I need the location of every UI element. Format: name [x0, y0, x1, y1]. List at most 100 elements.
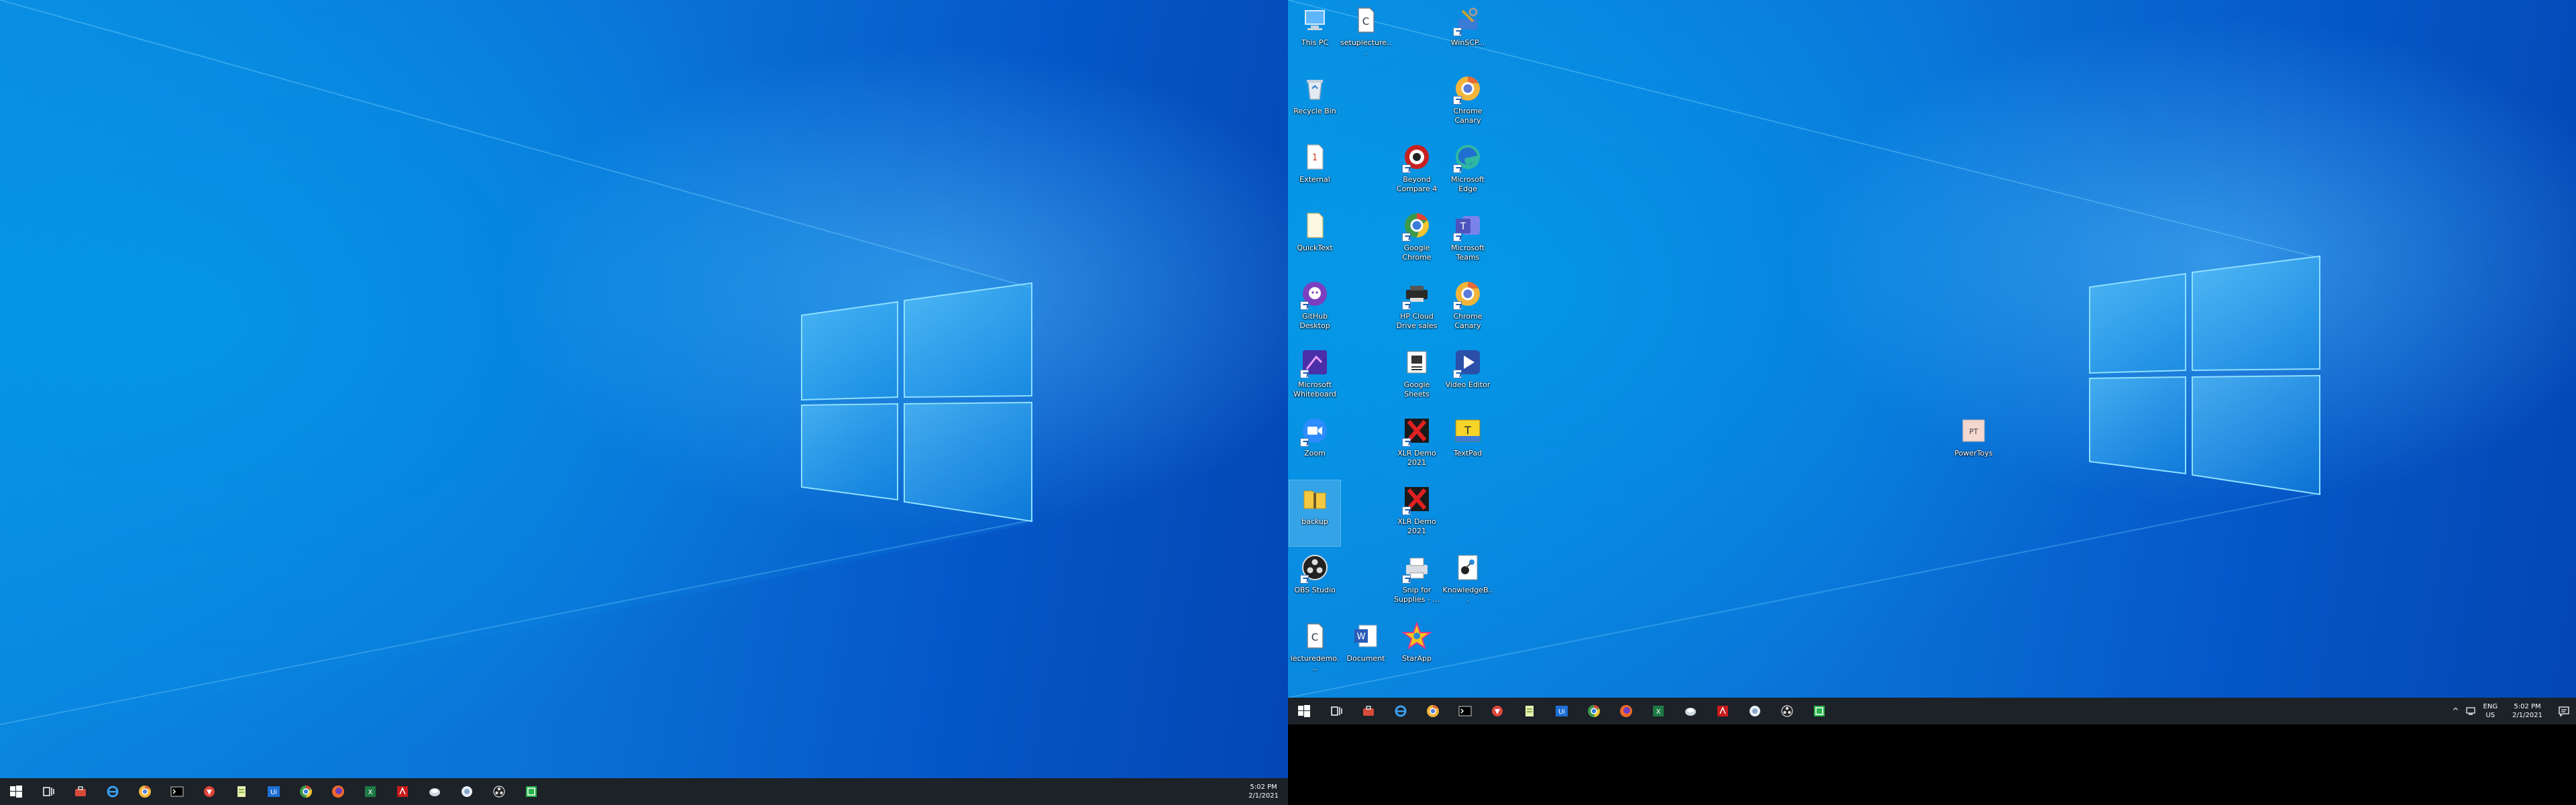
word-icon: W — [1354, 625, 1377, 647]
taskbar-clock[interactable]: 5:02 PM 2/1/2021 — [1239, 783, 1288, 800]
notepad-app[interactable] — [225, 778, 258, 805]
show-hidden-icons-button[interactable]: ^ — [2449, 698, 2463, 724]
green-app[interactable] — [515, 778, 547, 805]
desktop-icon-microsoft-edge[interactable]: Microsoft Edge — [1442, 138, 1493, 204]
notepad-icon — [237, 786, 246, 797]
desktop-icon-word-doc[interactable]: W Document — [1340, 617, 1391, 683]
terminal-app[interactable] — [1449, 698, 1481, 724]
action-center-button[interactable] — [2552, 698, 2576, 724]
firefox-app[interactable] — [322, 778, 354, 805]
acrobat-app[interactable] — [386, 778, 419, 805]
desktop-icon-this-pc[interactable]: This PC — [1289, 1, 1340, 67]
chrome-app[interactable] — [1578, 698, 1610, 724]
clock-time: 5:02 PM — [2514, 703, 2541, 710]
firefox-app[interactable] — [1610, 698, 1642, 724]
desktop-icon-starapp[interactable]: StarApp — [1391, 617, 1442, 683]
task-view-icon — [43, 787, 54, 796]
desktop-icon-setuplecture[interactable]: C setuplecture... — [1340, 1, 1391, 67]
shortcut-arrow-icon — [1453, 28, 1462, 36]
uipath-app[interactable]: Ui — [258, 778, 290, 805]
svg-text:C: C — [1362, 15, 1369, 28]
internet-explorer-app[interactable] — [97, 778, 129, 805]
desktop-icon-recycle-bin[interactable]: Recycle Bin — [1289, 70, 1340, 136]
terminal-app[interactable] — [161, 778, 193, 805]
misc-app[interactable] — [451, 778, 483, 805]
toolbox-app[interactable] — [1352, 698, 1385, 724]
foxit-icon — [204, 786, 215, 797]
task-view-button[interactable] — [32, 778, 64, 805]
uipath-icon: Ui — [1556, 706, 1568, 716]
desktop-icon-obs-studio[interactable]: OBS Studio — [1289, 549, 1340, 614]
start-button[interactable] — [1288, 698, 1320, 724]
shortcut-arrow-icon — [1300, 301, 1309, 310]
chrome-canary-app[interactable] — [129, 778, 161, 805]
desktop-icon-video-editor[interactable]: Video Editor — [1442, 343, 1493, 409]
chrome-app[interactable] — [290, 778, 322, 805]
chrome-canary-icon — [139, 786, 151, 798]
desktop-icon-chrome-canary[interactable]: Chrome Canary — [1442, 70, 1493, 136]
excel-app[interactable]: X — [354, 778, 386, 805]
firefox-icon — [332, 786, 344, 798]
firefox-icon — [1620, 705, 1632, 717]
excel-app[interactable]: X — [1642, 698, 1674, 724]
desktop-icon-microsoft-whiteboard[interactable]: Microsoft Whiteboard — [1289, 343, 1340, 409]
desktop-icon-chrome-canary-2[interactable]: Chrome Canary — [1442, 275, 1493, 341]
desktop-icon-google-chrome[interactable]: Google Chrome — [1391, 207, 1442, 272]
start-button[interactable] — [0, 778, 32, 805]
shortcut-arrow-icon — [1402, 438, 1411, 447]
task-view-button[interactable] — [1320, 698, 1352, 724]
obs-app[interactable] — [1771, 698, 1803, 724]
desktop-icon-quicktext[interactable]: QuickText — [1289, 207, 1340, 272]
misc-icon — [462, 786, 472, 797]
foxit-app[interactable] — [1481, 698, 1513, 724]
desktop-icon-winscp[interactable]: WinSCP... — [1442, 1, 1493, 67]
green-app[interactable] — [1803, 698, 1835, 724]
notification-icon — [2559, 706, 2569, 717]
desktop-icon-zoom[interactable]: Zoom — [1289, 412, 1340, 478]
language-region: US — [2485, 712, 2496, 719]
desktop-icon-backup[interactable]: backup — [1289, 480, 1341, 547]
obs-app[interactable] — [483, 778, 515, 805]
icon-label: KnowledgeB... — [1442, 586, 1493, 604]
internet-explorer-app[interactable] — [1385, 698, 1417, 724]
desktop-icon-external[interactable]: 1 External — [1289, 138, 1340, 204]
shortcut-arrow-icon — [1402, 164, 1411, 173]
clock-date: 2/1/2021 — [2512, 712, 2542, 719]
desktop-icon-github-desktop[interactable]: GitHub Desktop — [1289, 275, 1340, 341]
foxit-app[interactable] — [193, 778, 225, 805]
excel-icon: X — [1653, 706, 1664, 716]
desktop-icon-lecturedemo[interactable]: C lecturedemo... — [1289, 617, 1340, 683]
svg-text:X: X — [368, 789, 373, 796]
desktop-icon-microsoft-teams[interactable]: T Microsoft Teams — [1442, 207, 1493, 272]
icon-label: lecturedemo... — [1290, 654, 1340, 672]
desktop-icon-hp-usage[interactable]: HP Cloud Drive sales — [1391, 275, 1442, 341]
acrobat-app[interactable] — [1707, 698, 1739, 724]
mercury-app[interactable] — [1674, 698, 1707, 724]
desktop-icon-beyond-compare[interactable]: Beyond Compare 4 — [1391, 138, 1442, 204]
mercury-app[interactable] — [419, 778, 451, 805]
desktop-icon-powertoys[interactable]: PT PowerToys — [1948, 412, 1999, 478]
desktop-icon-knowledge[interactable]: KnowledgeB... — [1442, 549, 1493, 614]
icon-label: Google Sheets — [1403, 380, 1430, 398]
left-monitor: Ui X 5:02 PM 2/1/2021 — [0, 0, 1288, 805]
svg-text:T: T — [1460, 221, 1466, 232]
desktop-icon-textpad[interactable]: T TextPad — [1442, 412, 1493, 478]
network-button[interactable] — [2463, 698, 2478, 724]
desktop-icon-google-sheets[interactable]: Google Sheets — [1391, 343, 1442, 409]
notepad-app[interactable] — [1513, 698, 1546, 724]
zip-folder-icon — [1303, 490, 1326, 509]
blank-file-icon — [1307, 213, 1324, 238]
uipath-app[interactable]: Ui — [1546, 698, 1578, 724]
input-language-button[interactable]: ENG US — [2478, 702, 2504, 720]
desktop-icon-snip-supplies[interactable]: Snip for Supplies - ... — [1391, 549, 1442, 614]
taskbar-clock[interactable]: 5:02 PM 2/1/2021 — [2503, 702, 2552, 720]
desktop-icon-xlr-demo-1[interactable]: XLR Demo 2021 — [1391, 412, 1442, 478]
icon-label: OBS Studio — [1294, 586, 1336, 594]
icon-label: setuplecture... — [1340, 38, 1391, 56]
desktop-icon-xlr-demo-2[interactable]: XLR Demo 2021 — [1391, 480, 1442, 546]
chrome-canary-app[interactable] — [1417, 698, 1449, 724]
toolbox-app[interactable] — [64, 778, 97, 805]
icon-label: Chrome Canary — [1453, 312, 1483, 330]
clock-time: 5:02 PM — [1250, 784, 1277, 791]
misc-app[interactable] — [1739, 698, 1771, 724]
